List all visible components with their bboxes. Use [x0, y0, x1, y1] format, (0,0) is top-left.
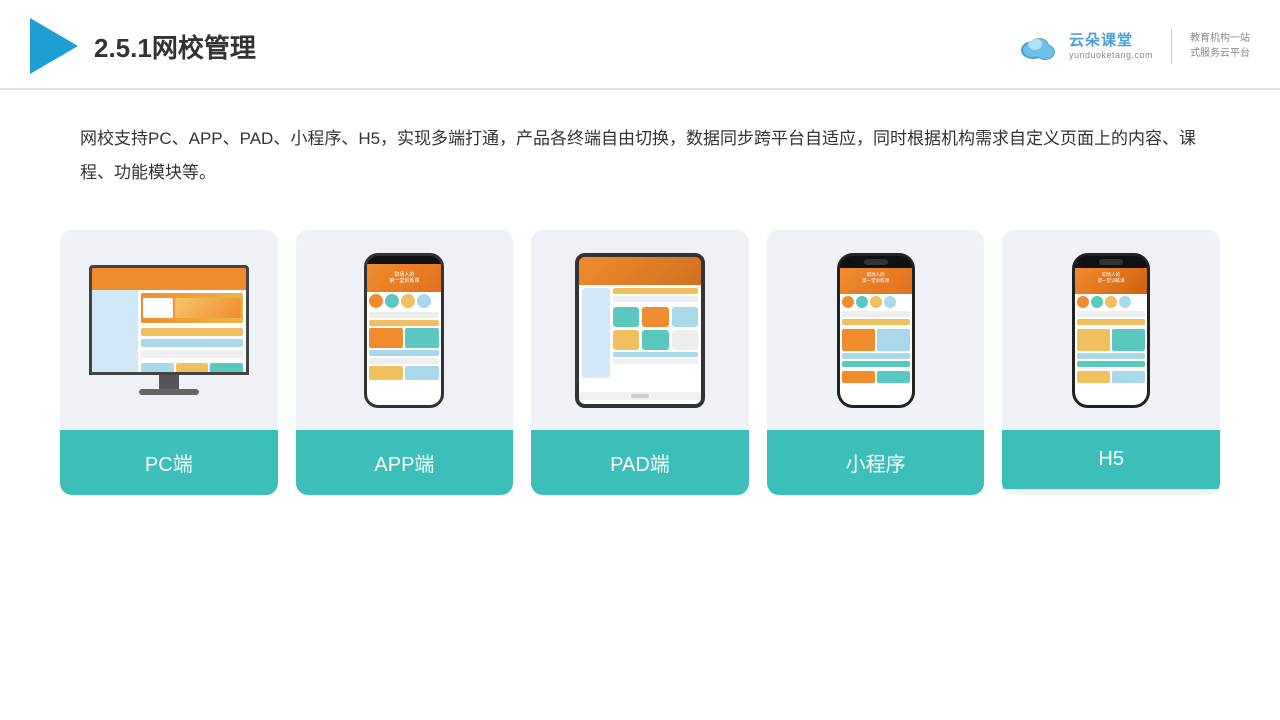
- logo-divider: [1171, 28, 1172, 64]
- logo-sub-text: yunduoketang.com: [1069, 50, 1153, 61]
- logo-main-text: 云朵课堂: [1069, 32, 1133, 50]
- header: 2.5.1网校管理 云朵课堂 yunduoketang.com 教育机构一站式服…: [0, 0, 1280, 90]
- logo-tagline: 教育机构一站式服务云平台: [1190, 31, 1250, 61]
- card-h5-image: 职场人的第一堂训练课: [1002, 230, 1220, 430]
- card-h5-label: H5: [1002, 430, 1220, 489]
- pc-mockup: [89, 265, 249, 395]
- card-pad: PAD端: [531, 230, 749, 495]
- card-pad-label: PAD端: [531, 430, 749, 495]
- card-pc: PC端: [60, 230, 278, 495]
- cloud-logo: 云朵课堂 yunduoketang.com: [1015, 28, 1153, 64]
- cloud-icon: [1015, 28, 1063, 64]
- header-right: 云朵课堂 yunduoketang.com 教育机构一站式服务云平台: [1015, 28, 1250, 64]
- pc-screen: [89, 265, 249, 375]
- app-phone-mockup: 职场人的第一堂训练课: [364, 253, 444, 408]
- miniapp-phone-mockup: 职场人的第一堂训练课: [837, 253, 915, 408]
- card-pad-image: [531, 230, 749, 430]
- description-text: 网校支持PC、APP、PAD、小程序、H5，实现多端打通，产品各终端自由切换，数…: [0, 90, 1280, 210]
- card-app-image: 职场人的第一堂训练课: [296, 230, 514, 430]
- card-miniapp-image: 职场人的第一堂训练课: [767, 230, 985, 430]
- tablet-mockup: [575, 253, 705, 408]
- card-app-label: APP端: [296, 430, 514, 495]
- card-app: 职场人的第一堂训练课: [296, 230, 514, 495]
- card-miniapp: 职场人的第一堂训练课: [767, 230, 985, 495]
- brand-triangle-icon: [30, 18, 78, 74]
- card-pc-label: PC端: [60, 430, 278, 495]
- h5-phone-mockup: 职场人的第一堂训练课: [1072, 253, 1150, 408]
- card-h5: 职场人的第一堂训练课: [1002, 230, 1220, 495]
- cards-container: PC端 职场人的第一堂训练课: [0, 210, 1280, 525]
- header-left: 2.5.1网校管理: [30, 18, 256, 74]
- card-miniapp-label: 小程序: [767, 430, 985, 495]
- page-title: 2.5.1网校管理: [94, 28, 256, 65]
- logo-text-block: 云朵课堂 yunduoketang.com: [1069, 32, 1153, 61]
- card-pc-image: [60, 230, 278, 430]
